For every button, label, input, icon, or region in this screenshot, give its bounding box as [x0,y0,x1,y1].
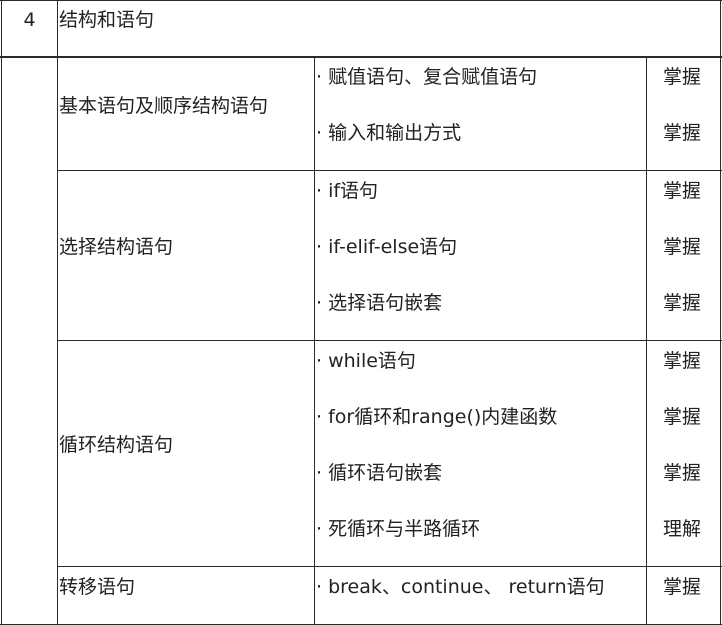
section-name: 循环结构语句 [59,434,174,456]
section-divider-2 [57,340,722,341]
item-text: · 输入和输出方式 [316,122,462,144]
item-text: · break、continue、 return语句 [316,576,605,598]
item-text: · 赋值语句、复合赋值语句 [316,66,538,88]
item-level: 掌握 [663,236,702,258]
item-level: 掌握 [663,462,702,484]
item-text: · while语句 [316,350,416,372]
item-level: 掌握 [663,406,702,428]
column-divider-1 [57,0,58,625]
item-text: · for循环和range()内建函数 [316,406,558,428]
section-name: 选择结构语句 [59,236,174,258]
item-level: 掌握 [663,122,702,144]
column-divider-3 [646,57,647,625]
header-divider [0,56,722,58]
item-text: · 死循环与半路循环 [316,518,481,540]
item-text: · 循环语句嵌套 [316,462,443,484]
column-divider-2 [314,57,315,625]
border-left [1,0,2,625]
item-text: · if语句 [316,180,379,202]
item-level: 掌握 [663,576,702,598]
item-level: 掌握 [663,350,702,372]
item-level: 掌握 [663,66,702,88]
section-name: 转移语句 [59,576,136,598]
item-text: · 选择语句嵌套 [316,292,443,314]
item-level: 理解 [663,518,702,540]
header-title: 结构和语句 [59,9,155,31]
item-text: · if-elif-else语句 [316,236,458,258]
section-divider-3 [57,566,722,567]
section-name: 基本语句及顺序结构语句 [59,95,269,117]
item-level: 掌握 [663,180,702,202]
item-level: 掌握 [663,292,702,314]
header-number: 4 [23,9,36,31]
syllabus-table: 4 结构和语句 基本语句及顺序结构语句 · 赋值语句、复合赋值语句 掌握 · 输… [0,0,722,625]
section-divider-1 [57,170,722,171]
border-right [720,0,721,625]
border-top [0,0,722,1]
